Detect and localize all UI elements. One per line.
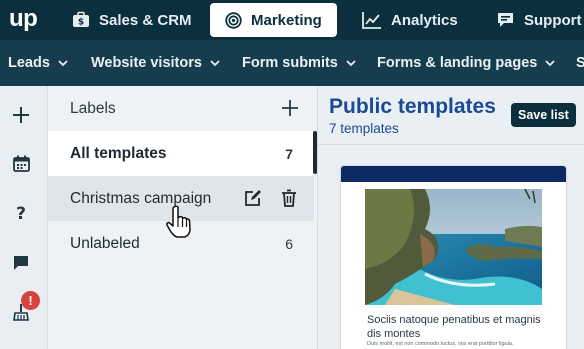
chevron-down-icon (210, 59, 220, 66)
template-preview-image (365, 189, 542, 305)
main-content: Public templates 7 templates Save list S… (318, 86, 584, 349)
subnav-label: S (576, 55, 584, 71)
label-count: 7 (285, 145, 293, 162)
template-card[interactable]: Sociis natoque penatibus et magnis dis m… (341, 166, 566, 349)
chevron-down-icon (346, 59, 356, 66)
tab-marketing[interactable]: Marketing (210, 3, 337, 37)
notification-badge: ! (21, 291, 40, 310)
plus-icon (282, 100, 298, 116)
subnav-label: Form submits (242, 55, 338, 71)
template-title: Sociis natoque penatibus et magnis dis m… (367, 314, 541, 340)
template-count: 7 templates (329, 121, 399, 136)
tab-label: Support (524, 11, 582, 29)
template-body-text: Duis mollit, est non commodo luctus, nis… (367, 341, 514, 347)
tab-label: Sales & CRM (99, 11, 192, 29)
subnav-truncated-item[interactable]: S (576, 40, 584, 86)
chart-line-icon (362, 12, 381, 29)
add-label-button[interactable] (280, 98, 302, 120)
svg-text:$: $ (78, 18, 84, 28)
calendar-icon[interactable] (10, 152, 32, 174)
app-logo[interactable]: up (9, 5, 38, 33)
tab-label: Analytics (391, 11, 458, 29)
target-icon (225, 11, 242, 29)
subnav-label: Website visitors (91, 55, 202, 71)
plus-icon[interactable] (10, 104, 32, 126)
left-rail: ? ! (0, 86, 48, 349)
chat-icon (498, 13, 513, 27)
subnav-leads[interactable]: Leads (8, 40, 68, 86)
briefcase-icon: $ (73, 11, 89, 28)
label-name: All templates (70, 144, 167, 162)
page-title: Public templates (329, 95, 496, 118)
tab-support[interactable]: Support (496, 3, 582, 37)
tab-sales-crm[interactable]: $ Sales & CRM (72, 3, 192, 37)
top-nav-bar: up $ Sales & CRM Marketing Analytics Sup… (0, 0, 584, 40)
tab-analytics[interactable]: Analytics (362, 3, 458, 37)
svg-text:?: ? (16, 204, 26, 222)
label-count: 6 (285, 235, 293, 252)
subnav-label: Leads (8, 55, 50, 71)
hand-cursor-icon (166, 205, 191, 238)
subnav-label: Forms & landing pages (377, 55, 538, 71)
label-item-all-templates[interactable]: All templates 7 (48, 131, 314, 176)
edit-icon[interactable] (244, 189, 262, 207)
trash-icon[interactable] (281, 189, 299, 207)
save-list-button[interactable]: Save list (511, 103, 576, 127)
labels-header: Labels (70, 100, 116, 117)
divider (318, 144, 584, 145)
subnav-website-visitors[interactable]: Website visitors (91, 40, 220, 86)
tab-label: Marketing (251, 11, 322, 29)
template-header-band (341, 166, 566, 182)
subnav-forms-landing-pages[interactable]: Forms & landing pages (377, 40, 555, 86)
chat-icon[interactable] (10, 252, 32, 274)
chevron-down-icon (58, 59, 68, 66)
labels-scrollbar[interactable] (313, 131, 317, 174)
help-icon[interactable]: ? (10, 202, 32, 224)
sub-nav-bar: Leads Website visitors Form submits Form… (0, 40, 584, 86)
chevron-down-icon (545, 59, 555, 66)
subnav-form-submits[interactable]: Form submits (242, 40, 356, 86)
label-name: Unlabeled (70, 234, 140, 252)
